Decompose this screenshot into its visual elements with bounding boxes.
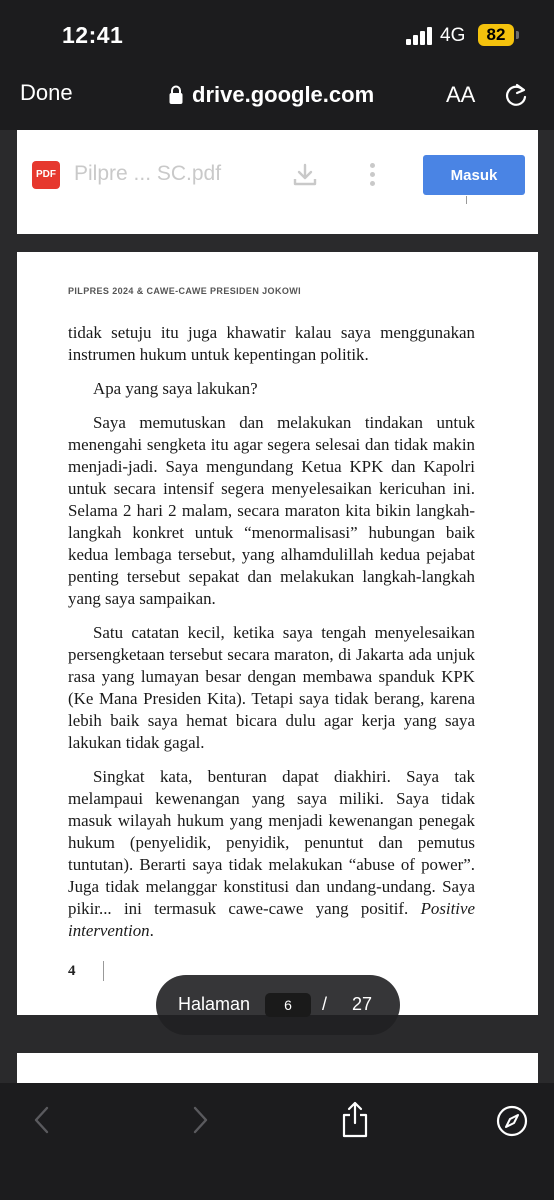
browser-bottom-bar [0,1083,554,1200]
lock-icon [169,85,183,104]
text-size-label: AA [446,82,476,107]
status-time: 12:41 [62,22,124,48]
browser-top-bar: Done drive.google.com AA [0,70,554,130]
paragraph: Singkat kata, benturan dapat diakhiri. S… [68,766,475,942]
text-size-button[interactable]: AA [446,82,475,108]
paragraph: Saya memutuskan dan melakukan tindakan u… [68,413,475,608]
divider [466,196,467,204]
page-number: 4 [68,963,76,979]
page-indicator-separator: / [322,994,328,1014]
drive-header: PDF Pilpre ... SC.pdf Masuk [17,130,538,234]
running-head: PILPRES 2024 & CAWE-CAWE PRESIDEN JOKOWI [68,286,302,296]
more-vert-icon[interactable] [367,162,377,188]
reload-icon[interactable] [503,82,529,108]
network-type: 4G [440,25,466,46]
folio-rule [103,961,104,981]
pdf-page: PILPRES 2024 & CAWE-CAWE PRESIDEN JOKOWI… [17,252,538,1015]
status-bar: 12:41 4G 82 [0,0,554,70]
paragraph: tidak setuju itu juga khawatir kalau say… [68,323,475,364]
paragraph: Satu catatan kecil, ketika saya tengah m… [68,623,475,752]
battery-nub [516,31,519,39]
next-pdf-page [17,1053,538,1083]
page-body: tidak setuju itu juga khawatir kalau say… [68,322,475,954]
download-icon[interactable] [292,162,318,188]
forward-chevron-icon[interactable] [186,1103,214,1137]
paragraph: Apa yang saya lakukan? [93,379,258,398]
page-indicator: Halaman / 27 [156,975,400,1035]
url-field[interactable]: drive.google.com [168,80,374,110]
page-total: 27 [352,994,373,1014]
paragraph-text: Singkat kata, benturan dapat diakhiri. S… [68,767,475,918]
compass-icon[interactable] [496,1105,528,1137]
sign-in-button[interactable]: Masuk [423,155,525,195]
paragraph-end: . [149,921,154,940]
share-icon[interactable] [340,1101,370,1139]
done-button[interactable]: Done [20,80,73,106]
page-indicator-label: Halaman [178,994,251,1014]
battery-icon: 82 [478,24,514,46]
back-chevron-icon[interactable] [28,1103,56,1137]
document-title: Pilpre ... SC.pdf [74,162,222,185]
url-text: drive.google.com [192,82,375,107]
pdf-file-icon: PDF [32,161,60,189]
cellular-signal-icon [406,27,434,45]
page-number-input[interactable] [265,993,311,1017]
